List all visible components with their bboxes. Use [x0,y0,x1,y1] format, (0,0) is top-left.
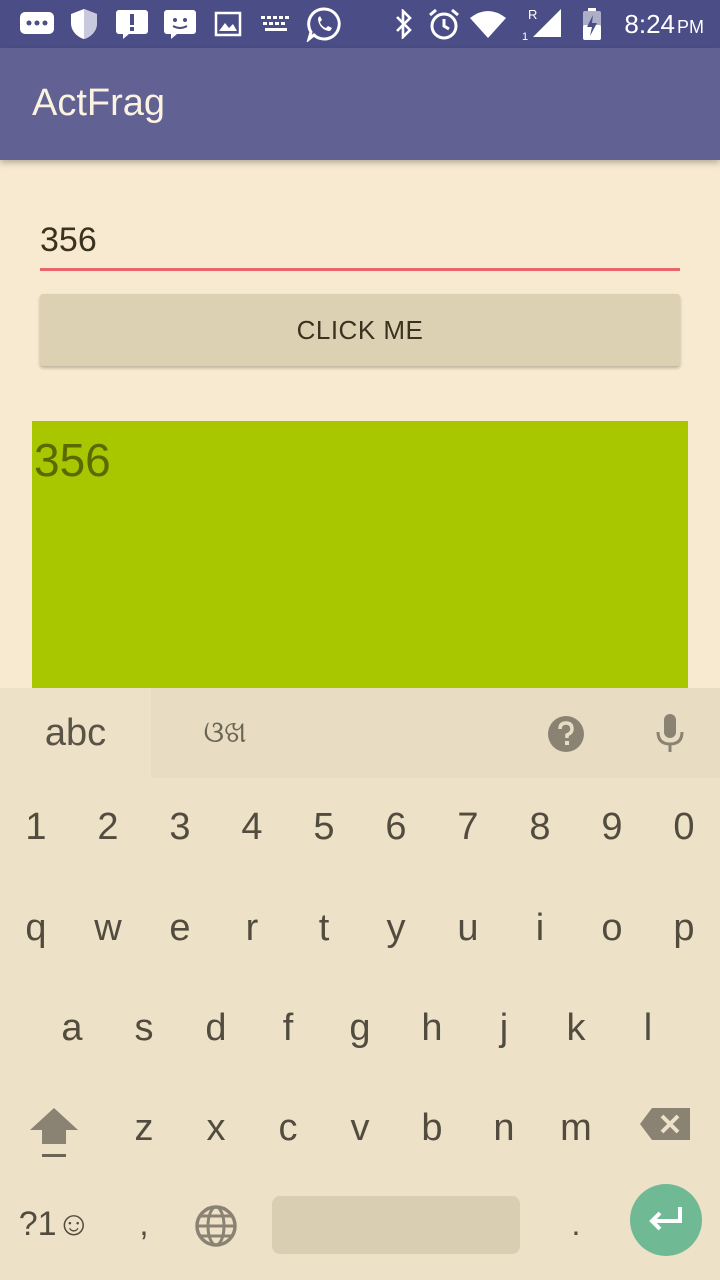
microphone-icon[interactable] [650,712,690,756]
letter-key[interactable]: v [324,1088,396,1168]
number-key[interactable]: 8 [504,787,576,867]
fragment-text: 356 [34,434,111,486]
comma-key[interactable]: , [122,1188,166,1260]
letter-key[interactable]: d [180,988,252,1068]
number-input[interactable] [40,212,680,271]
letter-key[interactable]: k [540,988,612,1068]
number-key[interactable]: 0 [648,787,720,867]
letter-key[interactable]: s [108,988,180,1068]
letter-key[interactable]: b [396,1088,468,1168]
letter-key[interactable]: g [324,988,396,1068]
letter-key[interactable]: q [0,888,72,968]
number-key[interactable]: 9 [576,787,648,867]
svg-text:1: 1 [522,31,528,41]
letter-key[interactable]: c [252,1088,324,1168]
keyboard-toolbar: abc ଓଖ [0,688,720,778]
click-me-button[interactable]: CLICK ME [40,294,680,366]
keyboard-tab-script[interactable]: ଓଖ [190,688,260,778]
letter-key[interactable]: n [468,1088,540,1168]
letter-key[interactable]: f [252,988,324,1068]
letter-key[interactable]: h [396,988,468,1068]
number-key[interactable]: 2 [72,787,144,867]
app-title: ActFrag [32,82,166,124]
space-key[interactable] [272,1196,520,1254]
shift-key[interactable] [22,1104,86,1164]
alarm-icon [426,8,462,40]
bluetooth-icon [390,8,418,40]
letter-key[interactable]: j [468,988,540,1068]
letter-key[interactable]: a [36,988,108,1068]
symbols-key[interactable]: ?1☺ [10,1188,100,1260]
help-icon[interactable] [546,714,586,754]
letter-key[interactable]: r [216,888,288,968]
whatsapp-icon [304,7,344,42]
keyboard-icon [258,8,294,40]
number-key[interactable]: 6 [360,787,432,867]
number-key[interactable]: 5 [288,787,360,867]
face-icon [162,8,198,40]
svg-text:R: R [528,7,537,22]
letter-key[interactable]: i [504,888,576,968]
number-key[interactable]: 1 [0,787,72,867]
letter-key[interactable]: t [288,888,360,968]
backspace-key[interactable] [638,1104,694,1148]
letter-key[interactable]: w [72,888,144,968]
signal-icon: R1 [518,7,564,41]
letter-key[interactable]: u [432,888,504,968]
wifi-icon [468,8,508,40]
number-key[interactable]: 4 [216,787,288,867]
letter-key[interactable]: m [540,1088,612,1168]
messages-icon [18,8,56,40]
soft-keyboard: abc ଓଖ 1234567890 qwertyuiop asdfghjkl z… [0,688,720,1280]
app-bar: ActFrag [0,48,720,160]
fragment-panel: 356 [32,421,688,688]
number-key[interactable]: 3 [144,787,216,867]
letter-key[interactable]: l [612,988,684,1068]
enter-key[interactable] [630,1184,702,1256]
keyboard-tab-abc[interactable]: abc [0,688,151,778]
globe-icon[interactable] [194,1204,238,1248]
letter-key[interactable]: y [360,888,432,968]
enter-icon [649,1207,682,1231]
alert-icon [114,8,150,40]
period-key[interactable]: . [556,1188,596,1260]
letter-key[interactable]: p [648,888,720,968]
image-icon [212,8,244,40]
clock-ampm: PM [677,17,704,37]
letter-key[interactable]: o [576,888,648,968]
letter-key[interactable]: e [144,888,216,968]
clock: 8:24 PM [624,8,704,40]
status-bar: R1 8:24 PM [0,0,720,48]
letter-key[interactable]: x [180,1088,252,1168]
letter-key[interactable]: z [108,1088,180,1168]
number-key[interactable]: 7 [432,787,504,867]
clock-time: 8:24 [624,9,675,39]
shield-icon [68,8,100,40]
battery-charging-icon [578,8,606,40]
